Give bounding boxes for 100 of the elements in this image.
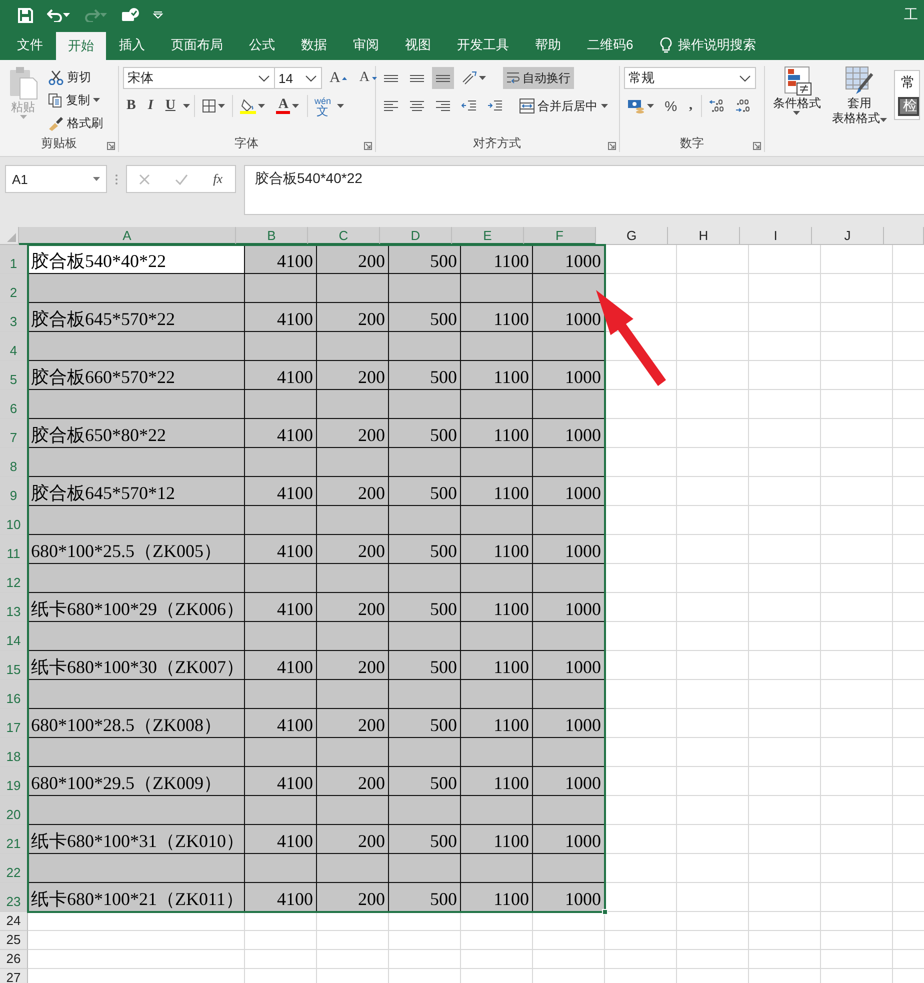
ribbon-tab[interactable]: 帮助: [522, 30, 574, 60]
ribbon-tab[interactable]: 公式: [236, 30, 288, 60]
row-header[interactable]: 12: [0, 564, 28, 593]
dialog-launcher-icon[interactable]: [752, 142, 761, 150]
italic-button[interactable]: I: [144, 95, 158, 117]
chevron-icon[interactable]: [304, 74, 317, 82]
dialog-launcher-icon[interactable]: [608, 142, 616, 150]
row-header[interactable]: 20: [0, 796, 28, 825]
name-box[interactable]: A1: [5, 165, 107, 193]
copy-button[interactable]: 复制: [45, 89, 106, 111]
check-icon[interactable]: [175, 174, 188, 184]
row-header[interactable]: 15: [0, 651, 28, 680]
column-header[interactable]: H: [668, 227, 740, 245]
row-header[interactable]: 17: [0, 709, 28, 738]
column-header[interactable]: F: [524, 227, 596, 245]
caret-icon[interactable]: [336, 104, 344, 108]
column-header[interactable]: D: [380, 227, 452, 245]
ribbon-tab[interactable]: 视图: [392, 30, 444, 60]
comma-style-button[interactable]: ,: [685, 95, 697, 117]
row-header[interactable]: 24: [0, 912, 28, 931]
row-header[interactable]: 21: [0, 825, 28, 854]
row-header[interactable]: 1: [0, 245, 28, 274]
font-color-button[interactable]: A: [272, 95, 304, 117]
row-header[interactable]: 19: [0, 767, 28, 796]
ribbon-tab[interactable]: 插入: [106, 30, 158, 60]
caret-icon[interactable]: [292, 104, 300, 108]
dialog-launcher-icon[interactable]: [106, 142, 115, 150]
ribbon-tab[interactable]: 文件: [4, 30, 56, 60]
lightbulb-icon[interactable]: [660, 36, 672, 54]
row-header[interactable]: 18: [0, 738, 28, 767]
caret-icon[interactable]: [258, 104, 266, 108]
align-bottom-button[interactable]: [432, 67, 454, 89]
format-as-table-button[interactable]: 套用 表格格式: [828, 66, 891, 134]
merge-center-button[interactable]: 合并后居中: [516, 95, 611, 117]
ribbon-tab[interactable]: 数据: [288, 30, 340, 60]
bold-button[interactable]: B: [122, 95, 140, 117]
column-header[interactable]: J: [812, 227, 884, 245]
active-cell[interactable]: 胶合板540*40*22: [28, 245, 245, 274]
caret-icon[interactable]: [218, 104, 226, 108]
caret-icon[interactable]: [880, 118, 887, 122]
row-header[interactable]: 7: [0, 419, 28, 448]
tell-me-search[interactable]: 操作说明搜索: [678, 36, 756, 54]
column-header[interactable]: G: [596, 227, 668, 245]
caret-icon[interactable]: [600, 104, 608, 108]
row-header[interactable]: 10: [0, 506, 28, 535]
column-header[interactable]: E: [452, 227, 524, 245]
percent-button[interactable]: %: [660, 95, 682, 117]
caret-icon[interactable]: [793, 111, 800, 115]
formula-field[interactable]: 胶合板540*40*22: [244, 165, 924, 215]
column-header[interactable]: C: [308, 227, 380, 245]
row-header[interactable]: 27: [0, 969, 28, 983]
row-header[interactable]: 13: [0, 593, 28, 622]
caret-icon[interactable]: [93, 177, 100, 181]
ribbon-tab[interactable]: 二维码6: [574, 30, 646, 60]
cell-style-swatch[interactable]: 常: [898, 74, 919, 93]
cut-button[interactable]: 剪切: [45, 66, 106, 88]
row-header[interactable]: 4: [0, 332, 28, 361]
row-header[interactable]: 23: [0, 883, 28, 912]
column-header[interactable]: I: [740, 227, 812, 245]
ribbon-tab[interactable]: 开发工具: [444, 30, 522, 60]
row-header[interactable]: 8: [0, 448, 28, 477]
caret-icon[interactable]: [183, 104, 190, 108]
row-header[interactable]: 2: [0, 274, 28, 303]
row-header[interactable]: 3: [0, 303, 28, 332]
undo-icon[interactable]: [47, 8, 63, 22]
ribbon-tab[interactable]: 审阅: [340, 30, 392, 60]
cell-style-swatch[interactable]: 检: [898, 96, 919, 116]
row-header[interactable]: 22: [0, 854, 28, 883]
row-header[interactable]: 25: [0, 931, 28, 950]
row-header[interactable]: 14: [0, 622, 28, 651]
ribbon-tab[interactable]: 页面布局: [158, 30, 236, 60]
column-header[interactable]: B: [236, 227, 308, 245]
increase-font-size-button[interactable]: A: [326, 67, 352, 89]
font-size-dropdown[interactable]: 14: [274, 67, 322, 89]
row-header[interactable]: 16: [0, 680, 28, 709]
caret-icon[interactable]: [646, 104, 654, 108]
insert-function-button[interactable]: fx: [213, 171, 223, 187]
phonetic-guide-button[interactable]: wén 文: [312, 96, 333, 116]
row-header[interactable]: 26: [0, 950, 28, 969]
ribbon-tab[interactable]: 开始: [56, 32, 106, 60]
conditional-formatting-button[interactable]: 条件格式: [768, 66, 825, 134]
caret-icon[interactable]: [63, 13, 70, 17]
dialog-launcher-icon[interactable]: [364, 142, 372, 150]
chevron-icon[interactable]: [258, 74, 270, 82]
caret-icon[interactable]: [93, 98, 100, 102]
fill-handle[interactable]: [602, 909, 608, 915]
row-header[interactable]: 11: [0, 535, 28, 564]
customize-icon[interactable]: [153, 11, 163, 19]
caret-icon[interactable]: [478, 76, 486, 80]
number-format-dropdown[interactable]: 常规: [624, 67, 756, 89]
font-name-dropdown[interactable]: 宋体: [122, 67, 275, 89]
underline-button[interactable]: U: [161, 95, 180, 117]
row-header[interactable]: 9: [0, 477, 28, 506]
decrease-font-size-button[interactable]: A: [355, 67, 380, 89]
row-header[interactable]: 6: [0, 390, 28, 419]
row-header[interactable]: 5: [0, 361, 28, 390]
column-header[interactable]: A: [19, 227, 236, 245]
touch-mode-icon[interactable]: [121, 7, 139, 23]
wrap-text-button[interactable]: 自动换行: [502, 67, 574, 89]
save-icon[interactable]: [18, 8, 33, 22]
